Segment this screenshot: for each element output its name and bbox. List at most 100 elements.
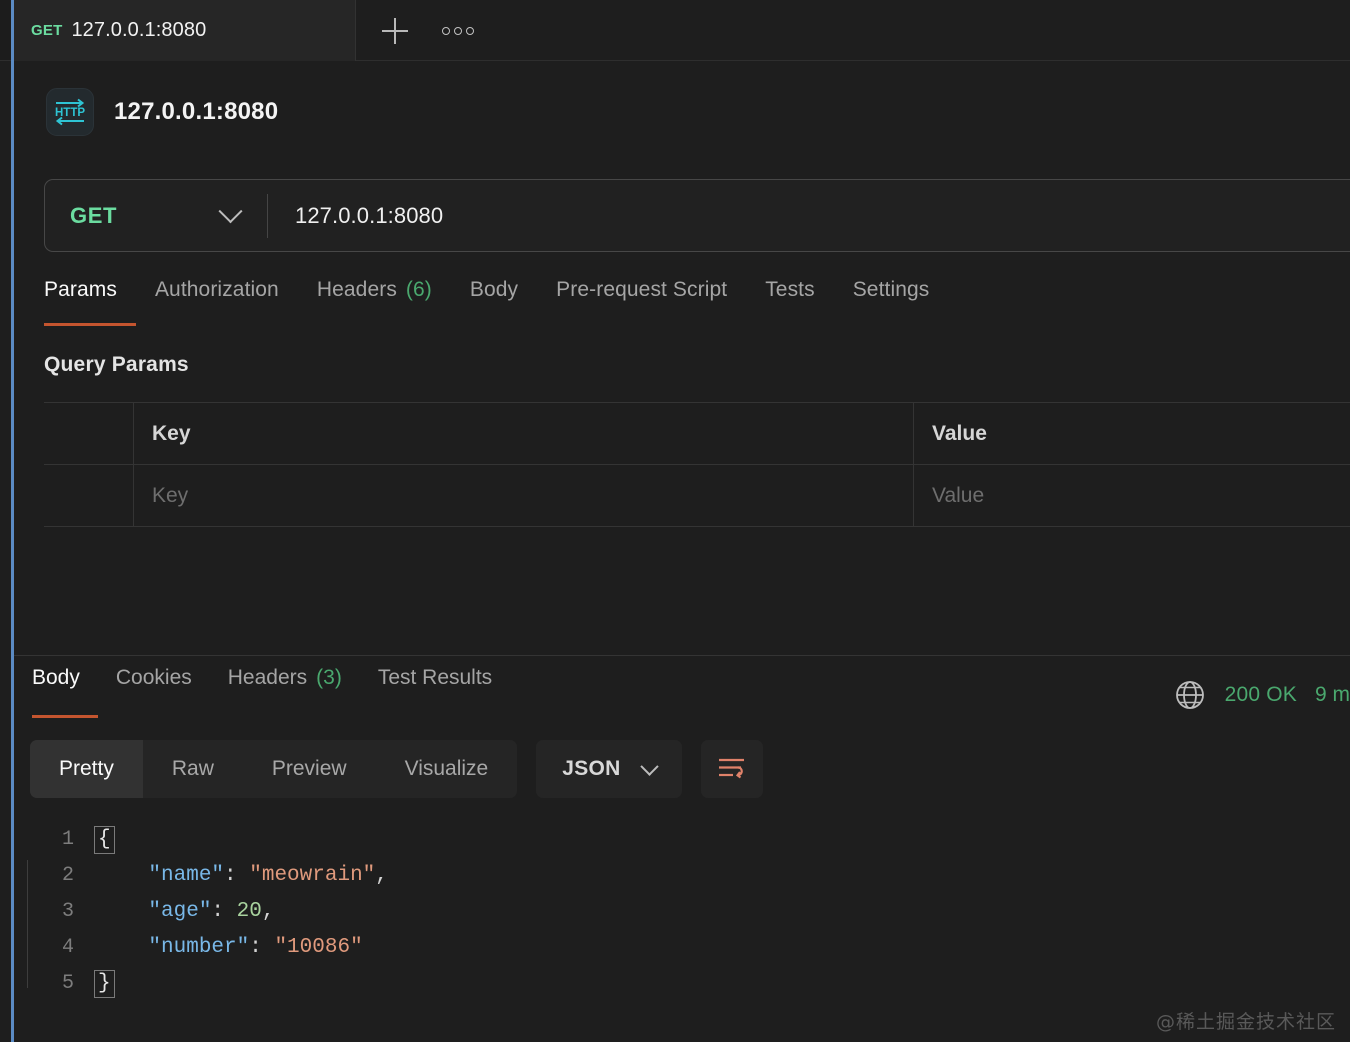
format-tab-preview[interactable]: Preview <box>243 740 376 798</box>
response-body-code[interactable]: 1{2 "name": "meowrain",3 "age": 20,4 "nu… <box>14 822 1350 1002</box>
row-checkbox-cell[interactable] <box>44 465 134 526</box>
response-status-code: 200 OK <box>1225 683 1297 707</box>
column-header-value: Value <box>932 422 987 446</box>
tab-tests-label: Tests <box>765 278 815 302</box>
code-token-num: 20 <box>237 900 262 923</box>
watermark: @稀土掘金技术社区 <box>1156 1007 1336 1034</box>
http-method-label: GET <box>70 203 117 229</box>
tab-settings-label: Settings <box>853 278 930 302</box>
tab-tests[interactable]: Tests <box>746 278 834 330</box>
format-tab-visualize[interactable]: Visualize <box>376 740 518 798</box>
query-params-empty-row[interactable]: Key Value <box>44 465 1350 527</box>
chevron-down-icon <box>640 757 658 775</box>
code-line-text: "age": 20, <box>98 894 1350 930</box>
code-token-key: "number" <box>98 936 249 959</box>
tab-authorization-label: Authorization <box>155 278 279 302</box>
tab-bar: GET 127.0.0.1:8080 <box>0 0 1350 61</box>
response-tab-cookies-label: Cookies <box>116 666 192 690</box>
tab-headers-label: Headers <box>317 278 397 302</box>
response-status-bar: 200 OK 9 m <box>1173 666 1350 724</box>
postman-window: GET 127.0.0.1:8080 HTTP 127.0.0.1:8080 <box>0 0 1350 1042</box>
chevron-down-icon <box>218 199 242 223</box>
tab-more-options-icon[interactable] <box>442 27 474 35</box>
column-header-key: Key <box>152 422 191 446</box>
left-accent-rail <box>11 0 14 1042</box>
new-tab-plus-icon[interactable] <box>380 16 410 46</box>
code-indent-guide <box>27 860 28 988</box>
url-input[interactable]: 127.0.0.1:8080 <box>268 180 1350 251</box>
code-line: 5} <box>14 966 1350 1002</box>
code-line-text: } <box>98 966 1350 1002</box>
tab-headers-count: (6) <box>406 278 432 302</box>
tab-settings[interactable]: Settings <box>834 278 949 330</box>
code-token-key: "age" <box>98 900 211 923</box>
format-tab-visualize-label: Visualize <box>405 757 489 781</box>
response-tab-cookies[interactable]: Cookies <box>98 666 210 724</box>
tab-title-label: 127.0.0.1:8080 <box>71 19 206 42</box>
query-params-table: Key Value Key Value <box>44 402 1350 527</box>
response-time: 9 m <box>1315 683 1350 707</box>
code-token-str: "meowrain" <box>249 864 375 887</box>
tab-params-label: Params <box>44 278 117 302</box>
request-tab-127-0-0-1-8080[interactable]: GET 127.0.0.1:8080 <box>14 0 355 61</box>
format-tab-group: Pretty Raw Preview Visualize <box>30 740 517 798</box>
code-line-text: "number": "10086" <box>98 930 1350 966</box>
tab-pre-request-script[interactable]: Pre-request Script <box>537 278 746 330</box>
tab-bar-actions <box>356 0 474 61</box>
code-token-key: "name" <box>98 864 224 887</box>
svg-text:HTTP: HTTP <box>55 107 85 119</box>
response-tab-body-label: Body <box>32 666 80 690</box>
matching-brace: { <box>94 826 115 854</box>
tab-body-label: Body <box>470 278 518 302</box>
row-key-input[interactable]: Key <box>134 465 914 526</box>
tab-params[interactable]: Params <box>44 278 136 330</box>
response-section-divider <box>14 655 1350 656</box>
line-number: 1 <box>14 822 98 858</box>
code-token-punc: : <box>249 936 274 959</box>
http-protocol-icon: HTTP <box>46 88 94 136</box>
wrap-lines-button[interactable] <box>701 740 763 798</box>
tab-headers[interactable]: Headers (6) <box>298 278 451 330</box>
content-type-label: JSON <box>562 757 620 781</box>
response-tab-headers[interactable]: Headers (3) <box>210 666 360 724</box>
code-token-punc: : <box>211 900 236 923</box>
globe-icon[interactable] <box>1173 678 1207 712</box>
tab-pre-request-script-label: Pre-request Script <box>556 278 727 302</box>
query-params-header-row: Key Value <box>44 403 1350 465</box>
query-params-title: Query Params <box>44 353 189 377</box>
response-tab-test-results-label: Test Results <box>378 666 492 690</box>
tab-authorization[interactable]: Authorization <box>136 278 298 330</box>
tab-body[interactable]: Body <box>451 278 537 330</box>
tab-method-label: GET <box>31 22 62 39</box>
code-line: 1{ <box>14 822 1350 858</box>
http-method-dropdown[interactable]: GET <box>45 180 267 251</box>
header-value-cell: Value <box>914 403 1350 464</box>
key-placeholder: Key <box>152 484 188 508</box>
content-type-dropdown[interactable]: JSON <box>536 740 681 798</box>
code-line-text: "name": "meowrain", <box>98 858 1350 894</box>
response-tab-body[interactable]: Body <box>32 666 98 724</box>
format-tab-pretty[interactable]: Pretty <box>30 740 143 798</box>
row-value-input[interactable]: Value <box>914 465 1350 526</box>
format-tab-raw-label: Raw <box>172 757 214 781</box>
url-bar: GET 127.0.0.1:8080 <box>44 179 1350 252</box>
response-format-toolbar: Pretty Raw Preview Visualize JSON <box>30 740 763 798</box>
format-tab-raw[interactable]: Raw <box>143 740 243 798</box>
value-placeholder: Value <box>932 484 984 508</box>
http-arrows-icon: HTTP <box>53 97 87 127</box>
text-wrap-icon <box>717 756 747 782</box>
dot-2 <box>454 27 462 35</box>
code-line: 3 "age": 20, <box>14 894 1350 930</box>
response-tab-headers-label: Headers <box>228 666 307 690</box>
request-tabs: Params Authorization Headers (6) Body Pr… <box>14 278 1350 330</box>
code-token-punc: , <box>375 864 388 887</box>
response-tab-test-results[interactable]: Test Results <box>360 666 510 724</box>
request-name: 127.0.0.1:8080 <box>114 98 278 126</box>
code-token-punc: : <box>224 864 249 887</box>
response-tab-headers-count: (3) <box>316 666 342 690</box>
code-token-str: "10086" <box>274 936 362 959</box>
code-token-punc: , <box>262 900 275 923</box>
code-line: 2 "name": "meowrain", <box>14 858 1350 894</box>
header-checkbox-cell <box>44 403 134 464</box>
request-header: HTTP 127.0.0.1:8080 <box>14 61 1350 163</box>
